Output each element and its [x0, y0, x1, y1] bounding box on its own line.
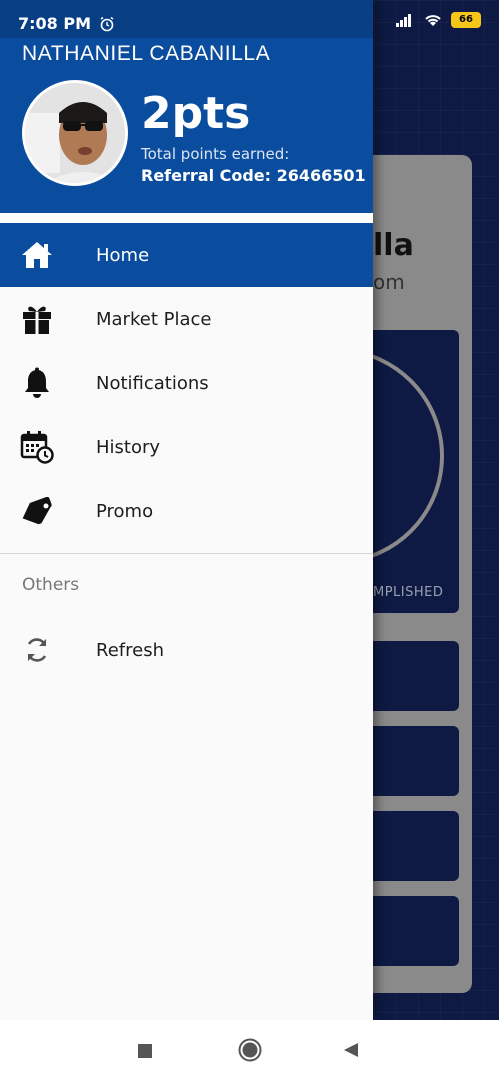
menu-item-label: Market Place [96, 308, 212, 330]
points-label: Total points earned: [141, 145, 290, 163]
menu-item-history[interactable]: History [0, 415, 373, 479]
menu-item-home[interactable]: Home [0, 223, 373, 287]
square-icon [138, 1044, 152, 1058]
status-time: 7:08 PM [18, 14, 92, 33]
background-email: om [373, 270, 405, 294]
menu-item-label: Refresh [96, 639, 164, 661]
calendar-clock-icon [20, 430, 54, 464]
status-icons: 66 [395, 12, 481, 28]
bell-icon [20, 366, 54, 400]
menu-item-notifications[interactable]: Notifications [0, 351, 373, 415]
wifi-icon [425, 15, 441, 26]
menu-item-promo[interactable]: Promo [0, 479, 373, 543]
recent-apps-button[interactable] [138, 1043, 152, 1062]
menu-item-refresh[interactable]: Refresh [0, 618, 373, 682]
section-others-heading: Others [22, 575, 80, 595]
back-button[interactable] [343, 1042, 359, 1062]
system-navigation-bar [0, 1020, 499, 1080]
menu-item-market-place[interactable]: Market Place [0, 287, 373, 351]
menu-divider [0, 553, 373, 554]
back-triangle-icon [344, 1043, 358, 1057]
home-icon [20, 238, 54, 272]
accomplished-label: MPLISHED [373, 585, 444, 600]
gift-icon [20, 302, 54, 336]
avatar-image [25, 83, 125, 183]
menu-item-label: Notifications [96, 372, 209, 394]
menu-item-label: Home [96, 244, 150, 266]
circle-icon [238, 1038, 262, 1062]
refresh-icon [20, 633, 54, 667]
referral-code: Referral Code: 26466501 [141, 166, 366, 185]
points-total: 2pts [141, 88, 251, 139]
drawer-header: 7:08 PM NATHANIEL CABANILLA 2pts Total p… [0, 0, 373, 213]
menu-item-label: History [96, 436, 161, 458]
battery-icon: 66 [451, 12, 481, 28]
header-separator [0, 213, 373, 223]
user-name: NATHANIEL CABANILLA [22, 42, 271, 65]
alarm-icon [100, 16, 114, 31]
signal-icon [396, 14, 411, 27]
home-system-button[interactable] [238, 1038, 262, 1066]
status-time-area: 7:08 PM [18, 14, 115, 33]
avatar[interactable] [22, 80, 128, 186]
background-name: lla [373, 228, 414, 263]
menu-item-label: Promo [96, 500, 154, 522]
navigation-drawer: 7:08 PM NATHANIEL CABANILLA 2pts Total p… [0, 0, 373, 1020]
tag-icon [20, 494, 54, 528]
